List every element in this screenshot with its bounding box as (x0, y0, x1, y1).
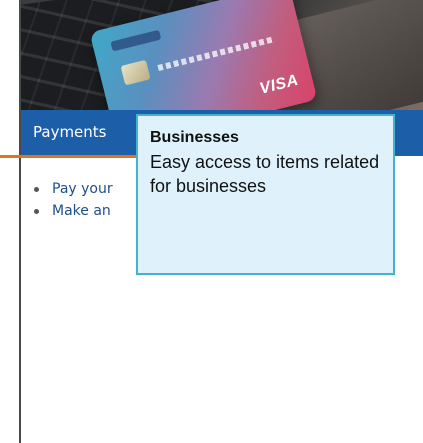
list-item-label: Make an (52, 203, 111, 219)
active-nav-underline (0, 155, 136, 158)
card-brand-logo: VISA (257, 71, 301, 98)
bullet-icon (34, 209, 39, 214)
card-number (157, 36, 276, 71)
card-bank-logo (110, 29, 162, 52)
hero-banner-image: VISA (21, 0, 423, 110)
card-chip-icon (120, 59, 151, 86)
nav-item-payments[interactable]: Payments (33, 123, 106, 141)
businesses-tooltip: Businesses Easy access to items related … (136, 114, 395, 275)
list-item-label: Pay your (52, 181, 113, 197)
list-item[interactable]: Make an (34, 202, 113, 220)
tooltip-title: Businesses (150, 129, 239, 146)
payments-link-list: Pay your Make an (34, 180, 113, 224)
list-item[interactable]: Pay your (34, 180, 113, 198)
tooltip-description: Easy access to items related for busines… (150, 152, 380, 196)
bullet-icon (34, 187, 39, 192)
